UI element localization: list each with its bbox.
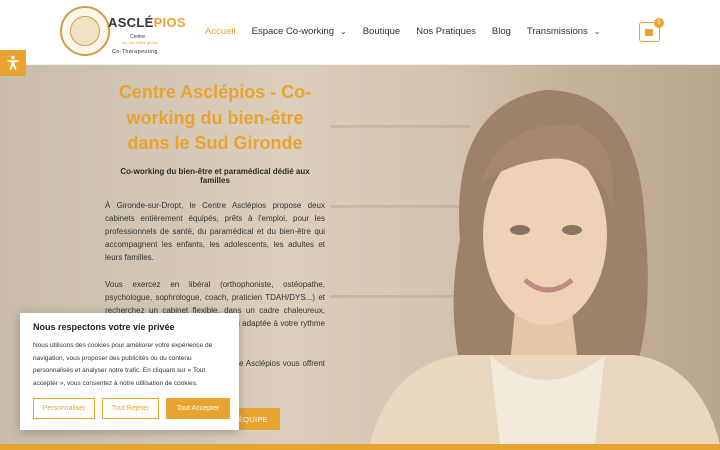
nav-item-transmissions[interactable]: Transmissions ⌄	[527, 26, 601, 37]
nav-item-boutique[interactable]: Boutique	[363, 26, 401, 37]
chevron-down-icon: ⌄	[340, 27, 347, 36]
brand-name: ASCLÉPIOS	[108, 15, 186, 30]
cookie-accept-button[interactable]: Tout Accepter	[166, 398, 230, 419]
accessibility-button[interactable]	[0, 50, 26, 76]
cookie-reject-button[interactable]: Tout Rejeter	[102, 398, 159, 419]
footer-accent-bar	[0, 444, 720, 450]
main-nav: Accueil Espace Co-working ⌄ Boutique Nos …	[205, 26, 617, 37]
nav-item-accueil[interactable]: Accueil	[205, 26, 236, 37]
site-header: ASCLÉPIOS Centre au coin d'être global C…	[0, 0, 720, 65]
cookie-customize-button[interactable]: Personnaliser	[33, 398, 95, 419]
chevron-down-icon: ⌄	[593, 27, 601, 36]
brand-tagline-2: au coin d'être global	[122, 40, 158, 45]
nav-item-nos-pratiques[interactable]: Nos Pratiques	[416, 26, 476, 37]
hero-subtitle: Co-working du bien-être et paramédical d…	[120, 166, 310, 185]
nav-item-blog[interactable]: Blog	[492, 26, 511, 37]
cart-count-badge: 0	[654, 18, 664, 28]
cookie-text: Nous utilisons des cookies pour améliore…	[33, 342, 213, 387]
accessibility-icon	[7, 55, 19, 70]
asclepios-seal-icon	[60, 6, 110, 56]
cookie-button-row: Personnaliser Tout Rejeter Tout Accepter	[33, 398, 237, 419]
hero-paragraph-1: À Gironde-sur-Dropt, le Centre Asclépios…	[105, 200, 325, 262]
cookie-title: Nous respectons votre vie privée	[33, 322, 175, 332]
hero-title: Centre Asclépios - Co-working du bien-êt…	[118, 82, 312, 153]
shopping-bag-icon	[645, 29, 653, 36]
cart-button[interactable]: 0	[639, 18, 664, 42]
brand-tagline-3: Co-Thérapeuting	[112, 49, 158, 55]
nav-item-espace-coworking[interactable]: Espace Co-working ⌄	[252, 26, 347, 37]
cookie-consent-banner: Nous respectons votre vie privée Nous ut…	[20, 313, 239, 430]
site-logo[interactable]: ASCLÉPIOS Centre au coin d'être global C…	[60, 6, 186, 58]
